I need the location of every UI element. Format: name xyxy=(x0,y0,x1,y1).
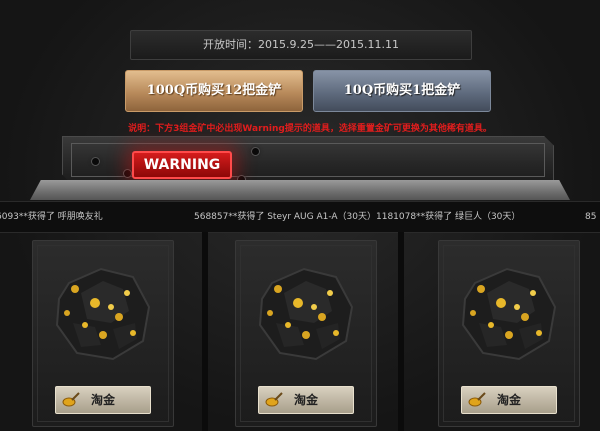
buy-12-shovels-button[interactable]: 100Q币购买12把金铲 xyxy=(125,70,303,112)
dig-gold-label: 淘金 xyxy=(90,393,115,407)
winners-ticker: 6093**获得了 呼朋唤友礼 568857**获得了 Steyr AUG A1… xyxy=(0,201,600,233)
dig-gold-label: 淘金 xyxy=(293,393,318,407)
dig-gold-button[interactable]: 淘金 xyxy=(461,386,557,414)
buy-1-shovel-button[interactable]: 10Q币购买1把金铲 xyxy=(313,70,491,112)
ticker-item: 568857**获得了 Steyr AUG A1-A（30天） xyxy=(194,212,377,222)
gold-ore-card[interactable]: 淘金 xyxy=(235,240,377,427)
warning-label: WARNING xyxy=(132,151,232,179)
gold-ore-card[interactable]: 淘金 xyxy=(438,240,580,427)
bullet-hole-icon xyxy=(124,170,131,177)
column-divider xyxy=(202,232,208,431)
dig-gold-button[interactable]: 淘金 xyxy=(55,386,151,414)
dig-gold-button[interactable]: 淘金 xyxy=(258,386,354,414)
gold-shovel-icon xyxy=(468,392,486,407)
instruction-note: 说明：下方3组金矿中必出现Warning提示的道具，选择重置金矿可更换为其他稀有… xyxy=(128,124,492,134)
gold-shovel-icon xyxy=(62,392,80,407)
bullet-hole-icon xyxy=(252,148,259,155)
ticker-item: 85 xyxy=(585,212,597,222)
gold-ore-card[interactable]: 淘金 xyxy=(32,240,174,427)
concrete-ledge xyxy=(30,180,570,200)
gold-ore-icon xyxy=(461,267,557,361)
bullet-hole-icon xyxy=(92,158,99,165)
dig-gold-label: 淘金 xyxy=(496,393,521,407)
event-time-banner: 开放时间：2015.9.25——2015.11.11 xyxy=(130,30,472,60)
gold-shovel-icon xyxy=(265,392,283,407)
gold-ore-icon xyxy=(55,267,151,361)
ticker-item: 1181078**获得了 绿巨人（30天） xyxy=(376,212,521,222)
ticker-item: 6093**获得了 呼朋唤友礼 xyxy=(0,212,103,222)
gold-ore-icon xyxy=(258,267,354,361)
column-divider xyxy=(398,232,404,431)
